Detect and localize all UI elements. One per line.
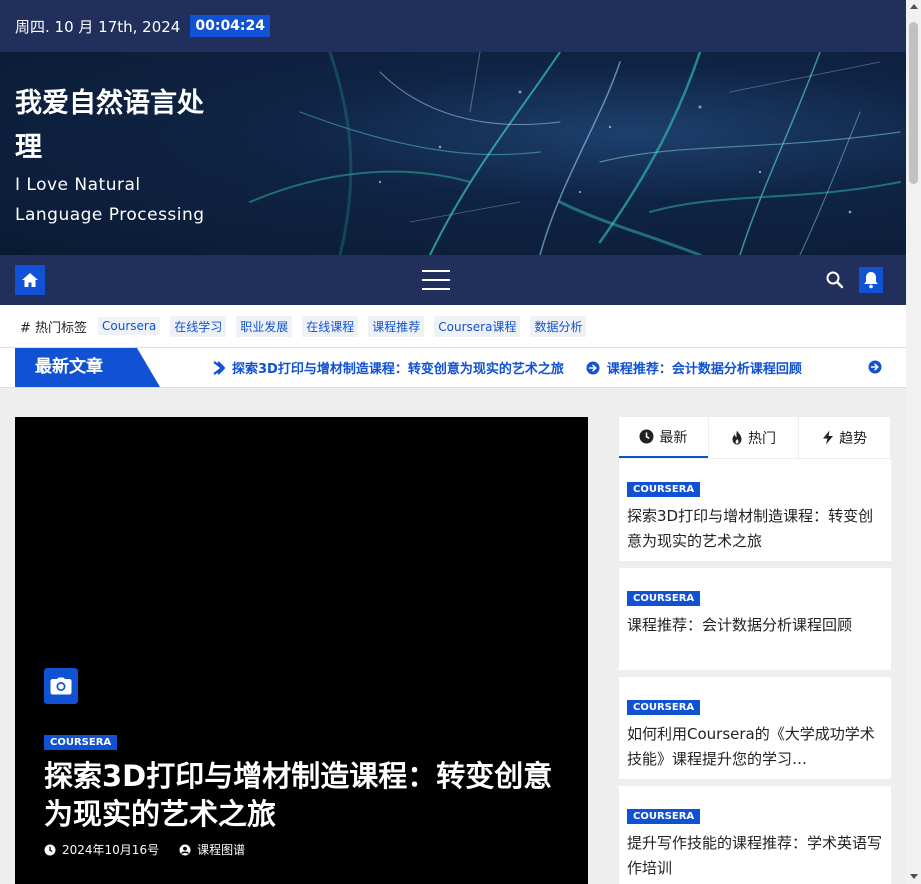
category-badge[interactable]: COURSERA xyxy=(627,700,701,715)
sidebar-post-card[interactable]: COURSERA 如何利用Coursera的《大学成功学术技能》课程提升您的学习… xyxy=(619,677,891,779)
fire-icon xyxy=(732,430,742,445)
home-icon xyxy=(22,273,38,287)
current-date: 周四. 10 月 17th, 2024 xyxy=(15,17,181,36)
page-scrollbar[interactable] xyxy=(906,0,921,884)
post-format-button[interactable] xyxy=(44,668,78,704)
clock-icon xyxy=(639,429,654,444)
tag-link[interactable]: 在线学习 xyxy=(170,315,227,337)
sidebar-post-title[interactable]: 课程推荐：会计数据分析课程回顾 xyxy=(627,613,883,638)
site-title[interactable]: 我爱自然语言处理 xyxy=(15,82,215,170)
bell-icon xyxy=(864,272,878,289)
category-badge[interactable]: COURSERA xyxy=(44,735,118,750)
ticker-item-text: 课程推荐：会计数据分析课程回顾 xyxy=(606,362,802,377)
main-nav xyxy=(0,255,906,305)
post-date[interactable]: 2024年10月16号 xyxy=(44,841,159,858)
ticker-item[interactable]: 探索3D打印与增材制造课程：转变创意为现实的艺术之旅 xyxy=(213,358,564,377)
post-date-text: 2024年10月16号 xyxy=(62,843,160,857)
tab-label: 热门 xyxy=(748,430,776,447)
tag-link[interactable]: 数据分析 xyxy=(530,315,587,337)
sidebar-post-title[interactable]: 探索3D打印与增材制造课程：转变创意为现实的艺术之旅 xyxy=(627,504,883,554)
hot-tags-bar: # 热门标签 Coursera 在线学习 职业发展 在线课程 课程推荐 Cour… xyxy=(0,305,906,347)
tag-link[interactable]: 课程推荐 xyxy=(368,315,425,337)
category-badge[interactable]: COURSERA xyxy=(627,809,701,824)
featured-post-title[interactable]: 探索3D打印与增材制造课程：转变创意为现实的艺术之旅 xyxy=(44,757,564,833)
home-button[interactable] xyxy=(15,265,45,295)
post-author-text: 课程图谱 xyxy=(197,843,246,857)
sidebar-tabs: 最新 热门 趋势 xyxy=(619,417,891,458)
hamburger-menu-icon[interactable] xyxy=(422,270,450,290)
category-badge[interactable]: COURSERA xyxy=(627,591,701,606)
ticker-track: 探索3D打印与增材制造课程：转变创意为现实的艺术之旅 课程推荐：会计数据分析课程… xyxy=(213,348,824,387)
top-bar: 周四. 10 月 17th, 2024 00:04:24 xyxy=(0,0,906,52)
tab-label: 趋势 xyxy=(839,430,868,447)
bolt-icon xyxy=(823,430,834,445)
tag-link[interactable]: Coursera xyxy=(98,317,161,335)
header-banner: 我爱自然语言处理 I Love Natural Language Process… xyxy=(0,52,906,255)
sidebar-post-title[interactable]: 如何利用Coursera的《大学成功学术技能》课程提升您的学习… xyxy=(627,722,883,772)
scrollbar-thumb[interactable] xyxy=(909,22,918,184)
arrow-circle-right-icon xyxy=(586,361,600,374)
hot-tags-label: # 热门标签 xyxy=(20,320,88,336)
site-tagline: I Love Natural Language Processing xyxy=(15,175,205,225)
tag-link[interactable]: 职业发展 xyxy=(236,315,293,337)
arrow-circle-right-icon[interactable] xyxy=(868,360,882,374)
latest-posts-ticker: 最新文章 探索3D打印与增材制造课程：转变创意为现实的艺术之旅 课程推荐：会计数… xyxy=(0,347,906,388)
tag-link[interactable]: Coursera课程 xyxy=(434,315,521,337)
tab-trending[interactable]: 趋势 xyxy=(799,417,890,458)
tab-latest[interactable]: 最新 xyxy=(619,417,708,458)
latest-label: 最新文章 xyxy=(15,348,160,387)
sidebar-post-card[interactable]: COURSERA 课程推荐：会计数据分析课程回顾 xyxy=(619,568,891,670)
ticker-item-text: 探索3D打印与增材制造课程：转变创意为现实的艺术之旅 xyxy=(232,362,564,377)
clock: 00:04:24 xyxy=(190,15,271,37)
category-badge[interactable]: COURSERA xyxy=(627,482,701,497)
sidebar-post-title[interactable]: 提升写作技能的课程推荐：学术英语写作培训 xyxy=(627,831,883,881)
tab-popular[interactable]: 热门 xyxy=(708,417,799,458)
tag-link[interactable]: 在线课程 xyxy=(302,315,359,337)
search-icon xyxy=(826,271,844,289)
featured-post[interactable]: COURSERA 探索3D打印与增材制造课程：转变创意为现实的艺术之旅 2024… xyxy=(15,417,588,884)
sidebar-post-card[interactable]: COURSERA 提升写作技能的课程推荐：学术英语写作培训 xyxy=(619,786,891,884)
clock-icon xyxy=(44,844,56,855)
featured-post-meta: 2024年10月16号 课程图谱 xyxy=(44,841,265,858)
sidebar-post-card[interactable]: COURSERA 探索3D打印与增材制造课程：转变创意为现实的艺术之旅 xyxy=(619,459,891,561)
tab-label: 最新 xyxy=(659,429,688,446)
post-author[interactable]: 课程图谱 xyxy=(179,841,245,858)
ticker-item[interactable]: 课程推荐：会计数据分析课程回顾 xyxy=(586,358,802,377)
user-icon xyxy=(179,844,191,855)
arrow-right-icon xyxy=(213,360,225,375)
scroll-down-arrow-icon[interactable] xyxy=(910,874,918,879)
camera-icon xyxy=(50,677,72,695)
search-button[interactable] xyxy=(825,270,845,290)
scroll-up-arrow-icon[interactable] xyxy=(910,4,918,9)
notification-button[interactable] xyxy=(859,267,883,293)
